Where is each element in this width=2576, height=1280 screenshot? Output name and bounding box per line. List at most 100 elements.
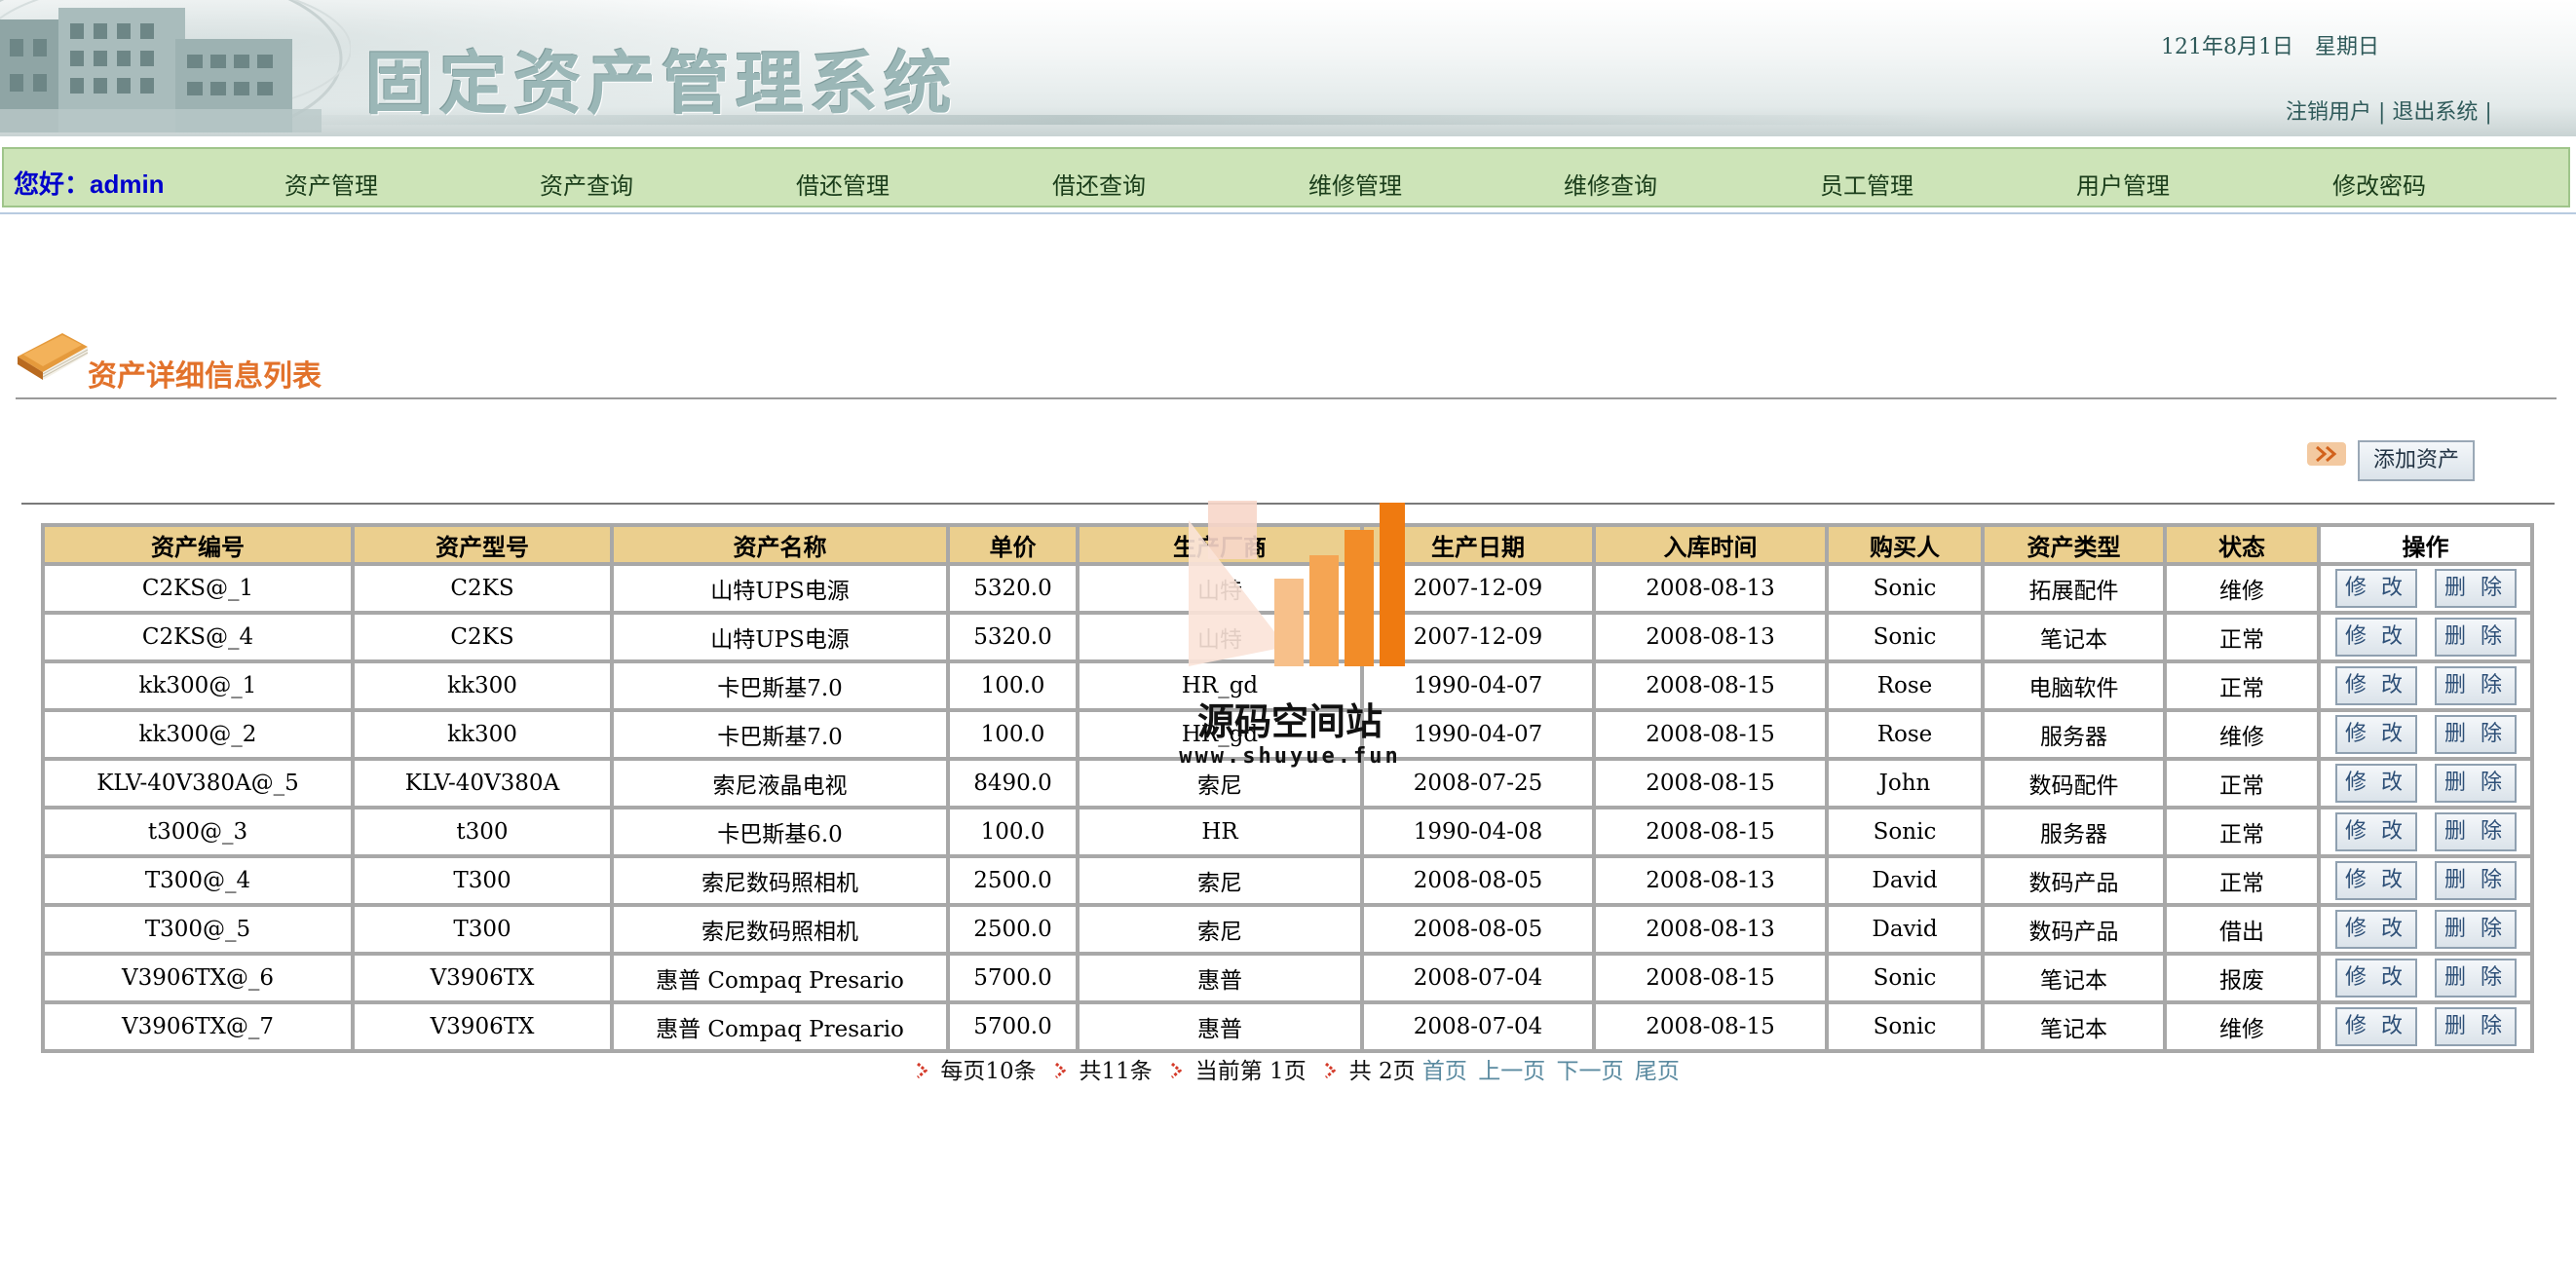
delete-button[interactable]: 删 除 — [2434, 618, 2517, 657]
table-cell: 卡巴斯基6.0 — [610, 806, 950, 858]
table-cell: 正常 — [2163, 854, 2321, 907]
nav-item-asset-query[interactable]: 资产查询 — [540, 167, 633, 201]
table-cell: HR — [1076, 806, 1364, 858]
table-cell: 数码产品 — [1981, 854, 2167, 907]
watermark: 源码空间站 www.shuyue.fun — [1175, 501, 1405, 783]
link-separator: | — [2478, 100, 2492, 125]
total-count: 共11条 — [1079, 1059, 1153, 1084]
table-cell: 5320.0 — [946, 562, 1080, 615]
watermark-name: 源码空间站 — [1196, 700, 1383, 743]
current-page: 当前第 1页 — [1194, 1059, 1307, 1084]
nav-item-employee-management[interactable]: 员工管理 — [1820, 167, 1913, 201]
actions-cell: 修 改删 除 — [2317, 659, 2534, 712]
nav-item-change-password[interactable]: 修改密码 — [2332, 167, 2426, 201]
table-cell: 山特UPS电源 — [610, 562, 950, 615]
table-cell: 数码配件 — [1981, 757, 2167, 809]
table-cell: 正常 — [2163, 757, 2321, 809]
actions-cell: 修 改删 除 — [2317, 562, 2534, 615]
top-links: 注销用户 | 退出系统 | — [2286, 94, 2492, 126]
edit-button[interactable]: 修 改 — [2334, 618, 2417, 657]
table-cell: 2500.0 — [946, 903, 1080, 956]
next-page-link[interactable]: 下一页 — [1557, 1059, 1624, 1084]
table-cell: KLV-40V380A@_5 — [41, 757, 355, 809]
table-cell: 正常 — [2163, 611, 2321, 663]
nav-item-borrow-query[interactable]: 借还查询 — [1052, 167, 1146, 201]
edit-button[interactable]: 修 改 — [2334, 715, 2417, 754]
table-cell: John — [1825, 757, 1985, 809]
red-arrow-icon — [1325, 1062, 1337, 1079]
table-cell: kk300@_2 — [41, 708, 355, 761]
table-cell: 山特UPS电源 — [610, 611, 950, 663]
table-cell: T300 — [351, 854, 614, 907]
edit-button[interactable]: 修 改 — [2334, 1007, 2417, 1046]
table-cell: 卡巴斯基7.0 — [610, 708, 950, 761]
actions-cell: 修 改删 除 — [2317, 854, 2534, 907]
edit-button[interactable]: 修 改 — [2334, 959, 2417, 998]
table-cell: 服务器 — [1981, 708, 2167, 761]
table-cell: 2008-08-13 — [1592, 611, 1829, 663]
logout-user-link[interactable]: 注销用户 — [2286, 100, 2371, 125]
exit-system-link[interactable]: 退出系统 — [2392, 100, 2478, 125]
delete-button[interactable]: 删 除 — [2434, 569, 2517, 608]
add-asset-button[interactable]: 添加资产 — [2358, 440, 2475, 481]
prev-page-link[interactable]: 上一页 — [1478, 1059, 1545, 1084]
actions-cell: 修 改删 除 — [2317, 611, 2534, 663]
building-logo-icon — [0, 0, 351, 132]
edit-button[interactable]: 修 改 — [2334, 812, 2417, 851]
table-cell: C2KS — [351, 562, 614, 615]
nav-item-asset-management[interactable]: 资产管理 — [284, 167, 378, 201]
column-header: 资产编号 — [41, 523, 355, 566]
nav-item-repair-management[interactable]: 维修管理 — [1308, 167, 1402, 201]
table-cell: 维修 — [2163, 562, 2321, 615]
table-cell: kk300 — [351, 708, 614, 761]
table-cell: V3906TX@_6 — [41, 952, 355, 1004]
table-cell: 2008-08-05 — [1360, 854, 1596, 907]
edit-button[interactable]: 修 改 — [2334, 861, 2417, 900]
table-cell: 正常 — [2163, 659, 2321, 712]
table-row: V3906TX@_6 V3906TX 惠普 Compaq Presario 5700.… — [41, 952, 2534, 1004]
table-cell: 2008-08-05 — [1360, 903, 1596, 956]
table-cell: T300@_4 — [41, 854, 355, 907]
delete-button[interactable]: 删 除 — [2434, 764, 2517, 803]
table-cell: 索尼液晶电视 — [610, 757, 950, 809]
edit-button[interactable]: 修 改 — [2334, 569, 2417, 608]
table-cell: V3906TX — [351, 1000, 614, 1053]
edit-button[interactable]: 修 改 — [2334, 666, 2417, 705]
table-cell: Sonic — [1825, 806, 1985, 858]
column-header: 状态 — [2163, 523, 2321, 566]
last-page-link[interactable]: 尾页 — [1635, 1059, 1680, 1084]
red-arrow-icon — [1171, 1062, 1183, 1079]
table-cell: Rose — [1825, 659, 1985, 712]
first-page-link[interactable]: 首页 — [1422, 1059, 1467, 1084]
table-cell: 正常 — [2163, 806, 2321, 858]
red-arrow-icon — [1055, 1062, 1067, 1079]
delete-button[interactable]: 删 除 — [2434, 910, 2517, 949]
nav-item-borrow-management[interactable]: 借还管理 — [796, 167, 890, 201]
table-cell: 8490.0 — [946, 757, 1080, 809]
table-cell: 服务器 — [1981, 806, 2167, 858]
actions-cell: 修 改删 除 — [2317, 757, 2534, 809]
user-greeting: 您好：admin — [14, 169, 165, 199]
table-cell: 2008-08-15 — [1592, 952, 1829, 1004]
header-banner: 固定资产管理系统 121年8月1日 星期日 注销用户 | 退出系统 | — [0, 0, 2576, 136]
link-separator: | — [2371, 100, 2393, 125]
table-cell: C2KS@_1 — [41, 562, 355, 615]
edit-button[interactable]: 修 改 — [2334, 764, 2417, 803]
table-cell: 笔记本 — [1981, 952, 2167, 1004]
column-header: 单价 — [946, 523, 1080, 566]
pagination: 每页10条 共11条 当前第 1页 共 2页 首页 上一页 下一页 尾页 — [912, 1052, 1684, 1085]
table-cell: 1990-04-08 — [1360, 806, 1596, 858]
delete-button[interactable]: 删 除 — [2434, 666, 2517, 705]
table-cell: C2KS — [351, 611, 614, 663]
delete-button[interactable]: 删 除 — [2434, 715, 2517, 754]
nav-item-repair-query[interactable]: 维修查询 — [1564, 167, 1657, 201]
delete-button[interactable]: 删 除 — [2434, 812, 2517, 851]
edit-button[interactable]: 修 改 — [2334, 910, 2417, 949]
nav-item-user-management[interactable]: 用户管理 — [2076, 167, 2170, 201]
delete-button[interactable]: 删 除 — [2434, 861, 2517, 900]
table-cell: 拓展配件 — [1981, 562, 2167, 615]
table-cell: 索尼 — [1076, 854, 1364, 907]
delete-button[interactable]: 删 除 — [2434, 959, 2517, 998]
table-cell: 维修 — [2163, 708, 2321, 761]
delete-button[interactable]: 删 除 — [2434, 1007, 2517, 1046]
